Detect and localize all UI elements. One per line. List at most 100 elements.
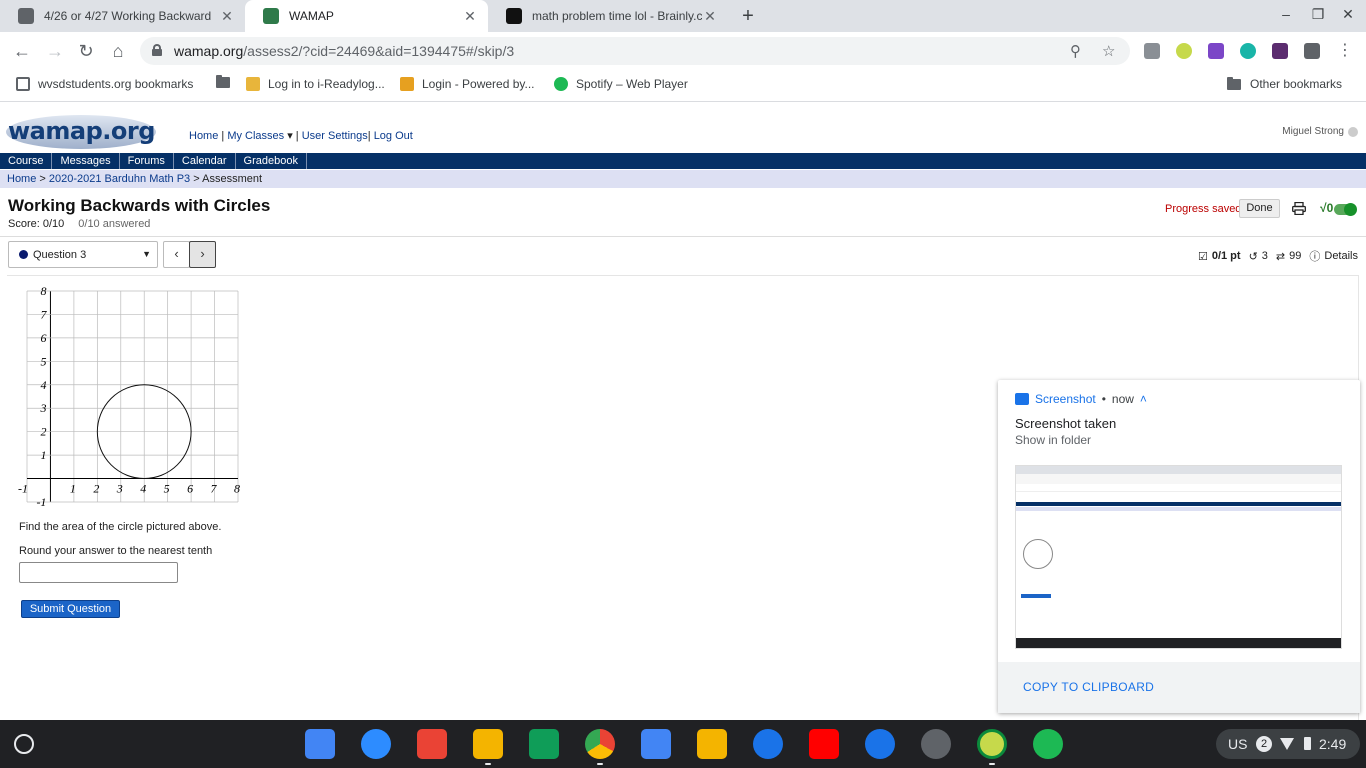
- extension-timer-icon[interactable]: [1176, 43, 1192, 59]
- user-avatar-icon[interactable]: [1348, 126, 1358, 137]
- y-tick-label: 5: [40, 354, 46, 368]
- other-bookmarks[interactable]: Other bookmarks: [1227, 76, 1342, 91]
- screenshot-thumbnail[interactable]: [1015, 465, 1342, 649]
- breadcrumb-current: Assessment: [202, 173, 263, 185]
- status-tray[interactable]: US 2 2:49: [1216, 729, 1360, 759]
- y-tick-label: 2: [40, 425, 46, 439]
- bookmark-wvsd[interactable]: wvsdstudents.org bookmarks: [16, 77, 193, 91]
- url-text: wamap.org/assess2/?cid=24469&aid=1394475…: [174, 43, 515, 59]
- top-nav: Home | My Classes ▾ | User Settings| Log…: [189, 130, 413, 142]
- extension-fw-icon[interactable]: [1208, 43, 1224, 59]
- folder-icon: [1227, 76, 1241, 90]
- running-indicator: [485, 763, 491, 765]
- menu-messages[interactable]: Messages: [52, 153, 120, 169]
- submit-question-button[interactable]: Submit Question: [21, 600, 120, 618]
- menu-gradebook[interactable]: Gradebook: [236, 153, 307, 169]
- question-info: ☑ 0/1 pt ↺ 3 ⇄ 99 ⓘ Details: [1197, 248, 1358, 264]
- checkbox-icon: ☑: [1197, 250, 1208, 263]
- reload-icon[interactable]: ↻: [75, 41, 97, 61]
- nav-logout[interactable]: Log Out: [374, 130, 413, 142]
- files-icon[interactable]: [865, 729, 895, 759]
- breadcrumb-course[interactable]: 2020-2021 Barduhn Math P3: [49, 173, 190, 185]
- answer-input[interactable]: [19, 562, 178, 583]
- wamap-logo[interactable]: wamap.org: [6, 111, 156, 149]
- y-tick-label: 1: [40, 448, 46, 462]
- show-in-folder-link[interactable]: Show in folder: [1015, 433, 1091, 447]
- launcher-icon[interactable]: [14, 734, 34, 754]
- tab-close-icon[interactable]: ✕: [219, 8, 235, 25]
- forward-icon[interactable]: →: [44, 41, 66, 61]
- zoom-app-icon[interactable]: [361, 729, 391, 759]
- info-icon[interactable]: ⓘ: [1309, 248, 1320, 264]
- lock-icon[interactable]: [152, 44, 162, 56]
- document-favicon-icon: [18, 8, 34, 24]
- copy-to-clipboard-button[interactable]: COPY TO CLIPBOARD: [998, 662, 1360, 713]
- gmail-icon[interactable]: [417, 729, 447, 759]
- chevron-up-icon[interactable]: ˄: [1140, 392, 1147, 406]
- x-tick-label: 6: [187, 482, 193, 496]
- iready-icon: [246, 77, 260, 91]
- docs-icon[interactable]: [641, 729, 671, 759]
- next-question-button[interactable]: ›: [189, 241, 216, 268]
- timer-app-icon[interactable]: [977, 729, 1007, 759]
- tab-close-icon[interactable]: ✕: [462, 8, 478, 25]
- new-tab-icon[interactable]: +: [737, 4, 759, 28]
- question-instruction: Round your answer to the nearest tenth: [19, 545, 213, 557]
- window-close-icon[interactable]: ✕: [1338, 6, 1358, 23]
- question-select[interactable]: Question 3 ▼: [8, 241, 158, 268]
- minimize-icon[interactable]: –: [1276, 6, 1296, 22]
- tab-strip: 4/26 or 4/27 Working Backward ✕ WAMAP ✕ …: [0, 0, 1366, 32]
- sheets-icon[interactable]: [529, 729, 559, 759]
- camera-icon[interactable]: [921, 729, 951, 759]
- assessment-title: Working Backwards with Circles: [8, 196, 271, 215]
- home-icon[interactable]: ⌂: [107, 41, 129, 61]
- youtube-icon[interactable]: [809, 729, 839, 759]
- menu-calendar[interactable]: Calendar: [174, 153, 236, 169]
- done-button[interactable]: Done: [1239, 199, 1280, 218]
- menu-forums[interactable]: Forums: [120, 153, 174, 169]
- breadcrumb-home[interactable]: Home: [7, 173, 36, 185]
- nav-home[interactable]: Home: [189, 130, 218, 142]
- back-icon[interactable]: ←: [11, 41, 33, 61]
- graph-grid: [26, 290, 239, 503]
- extension-circle-icon[interactable]: [1240, 43, 1256, 59]
- bookmark-iready[interactable]: Log in to i-Readylog...: [246, 77, 385, 91]
- extension-pdf-icon[interactable]: [1272, 43, 1288, 59]
- running-indicator: [989, 763, 995, 765]
- settings-gear-icon[interactable]: [753, 729, 783, 759]
- nav-my-classes[interactable]: My Classes: [227, 130, 284, 142]
- restore-icon[interactable]: ❐: [1308, 6, 1328, 23]
- math-entry-toggle[interactable]: [1334, 203, 1357, 216]
- tab-close-icon[interactable]: ✕: [702, 8, 718, 25]
- keep-icon[interactable]: [305, 729, 335, 759]
- y-tick-label: 4: [40, 378, 46, 392]
- spotify-app-icon[interactable]: [1033, 729, 1063, 759]
- print-icon[interactable]: [1292, 202, 1306, 215]
- classroom-icon[interactable]: [473, 729, 503, 759]
- screenshot-notification[interactable]: Screenshot • now ˄ Screenshot taken Show…: [998, 380, 1360, 713]
- notification-header[interactable]: Screenshot • now ˄: [1015, 392, 1147, 406]
- tab-brainly[interactable]: math problem time lol - Brainly.c ✕: [488, 0, 728, 32]
- y-tick-label: -1: [36, 495, 46, 509]
- nav-user-settings[interactable]: User Settings: [302, 130, 368, 142]
- tab-assignment[interactable]: 4/26 or 4/27 Working Backward ✕: [0, 0, 245, 32]
- menu-course[interactable]: Course: [0, 153, 53, 169]
- bookmark-star-icon[interactable]: ☆: [1102, 42, 1115, 60]
- tab-wamap[interactable]: WAMAP ✕: [245, 0, 488, 32]
- bookmark-login[interactable]: Login - Powered by...: [400, 77, 535, 91]
- chrome-icon[interactable]: [585, 729, 615, 759]
- address-bar[interactable]: wamap.org/assess2/?cid=24469&aid=1394475…: [140, 37, 1130, 65]
- bookmark-folder[interactable]: [216, 75, 230, 88]
- extensions-puzzle-icon[interactable]: [1304, 43, 1320, 59]
- zoom-icon[interactable]: ⚲: [1070, 42, 1081, 60]
- image-icon: [1015, 393, 1029, 405]
- extension-icon[interactable]: [1144, 43, 1160, 59]
- coordinate-graph: -1 1 2 3 4 5 6 7 8 8 7 6 5 4 3 2 1 -1: [18, 284, 240, 509]
- details-link[interactable]: Details: [1324, 250, 1358, 262]
- wamap-favicon-icon: [263, 8, 279, 24]
- previous-question-button[interactable]: ‹: [163, 241, 190, 268]
- slides-icon[interactable]: [697, 729, 727, 759]
- menu-kebab-icon[interactable]: ⋮: [1334, 41, 1356, 61]
- x-tick-label: -1: [18, 482, 28, 496]
- bookmark-spotify[interactable]: Spotify – Web Player: [554, 77, 688, 91]
